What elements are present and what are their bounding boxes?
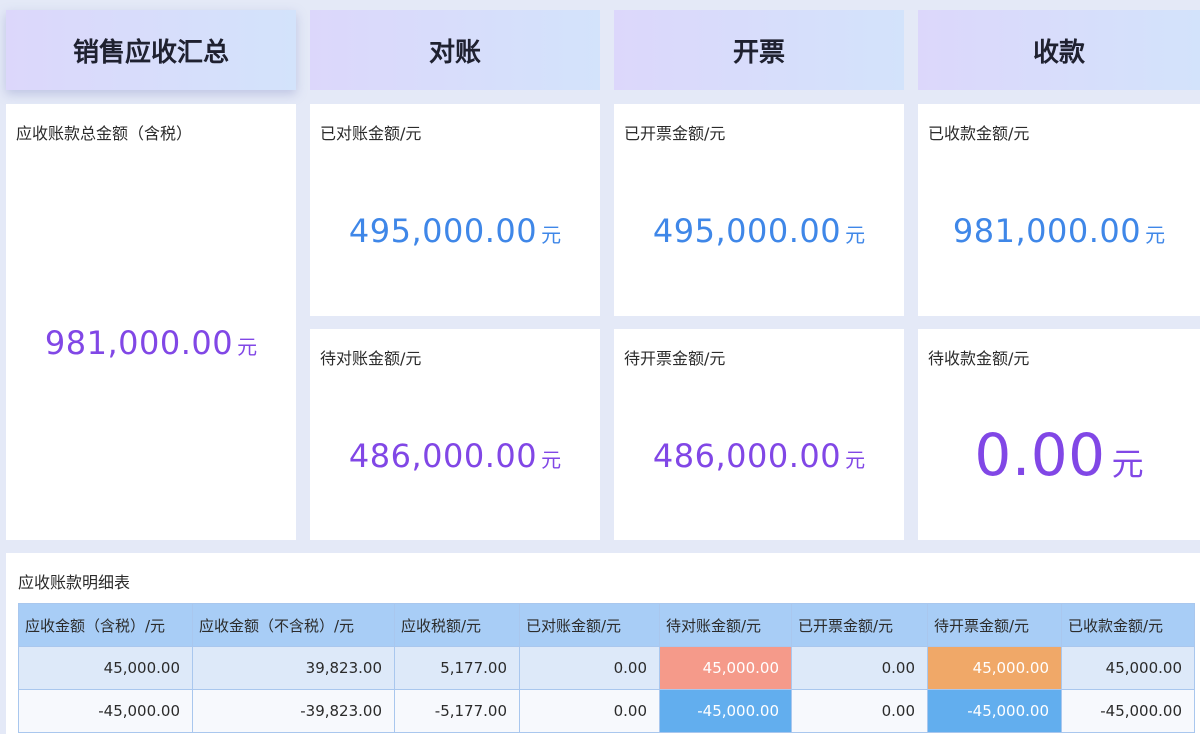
reconciled-amount-label: 已对账金额/元: [320, 124, 422, 143]
pending-collection-card: 待收款金额/元 0.00 元: [918, 329, 1200, 540]
collected-amount-card: 已收款金额/元 981,000.00 元: [918, 104, 1200, 316]
invoiced-amount-label: 已开票金额/元: [624, 124, 726, 143]
reconciled-amount-value: 495,000.00 元: [348, 212, 562, 250]
table-row[interactable]: -45,000.00 -39,823.00 -5,177.00 0.00 -45…: [18, 689, 1195, 733]
header-invoice[interactable]: 开票: [614, 10, 904, 90]
reconciled-amount-card: 已对账金额/元 495,000.00 元: [310, 104, 600, 316]
pending-reconcile-value: 486,000.00 元: [348, 437, 562, 475]
table-cell: 39,823.00: [192, 646, 395, 690]
table-cell: 45,000.00: [18, 646, 193, 690]
total-receivable-value: 981,000.00 元: [44, 324, 258, 362]
collected-amount-label: 已收款金额/元: [928, 124, 1030, 143]
table-cell-highlight: -45,000.00: [927, 689, 1062, 733]
pending-invoice-value: 486,000.00 元: [652, 437, 866, 475]
table-cell: 5,177.00: [394, 646, 520, 690]
collected-amount-value: 981,000.00 元: [952, 212, 1166, 250]
pending-invoice-label: 待开票金额/元: [624, 349, 726, 368]
column-header[interactable]: 已开票金额/元: [791, 603, 928, 647]
table-cell: 45,000.00: [1061, 646, 1195, 690]
table-cell-highlight: 45,000.00: [927, 646, 1062, 690]
column-header[interactable]: 待开票金额/元: [927, 603, 1062, 647]
column-header[interactable]: 已收款金额/元: [1061, 603, 1195, 647]
table-cell: 0.00: [519, 689, 660, 733]
column-header[interactable]: 已对账金额/元: [519, 603, 660, 647]
pending-collection-value: 0.00 元: [974, 421, 1144, 489]
pending-invoice-card: 待开票金额/元 486,000.00 元: [614, 329, 904, 540]
pending-reconcile-label: 待对账金额/元: [320, 349, 422, 368]
table-cell: 0.00: [519, 646, 660, 690]
receivable-detail-panel: 应收账款明细表 应收金额（含税）/元 应收金额（不含税）/元 应收税额/元 已对…: [6, 553, 1200, 734]
header-collection[interactable]: 收款: [918, 10, 1200, 90]
column-header[interactable]: 应收金额（不含税）/元: [192, 603, 395, 647]
table-cell-highlight: -45,000.00: [659, 689, 792, 733]
table-cell: -39,823.00: [192, 689, 395, 733]
table-cell: -5,177.00: [394, 689, 520, 733]
column-header[interactable]: 应收金额（含税）/元: [18, 603, 193, 647]
table-cell: -45,000.00: [18, 689, 193, 733]
invoiced-amount-value: 495,000.00 元: [652, 212, 866, 250]
detail-table-title: 应收账款明细表: [18, 573, 131, 592]
table-cell-highlight: 45,000.00: [659, 646, 792, 690]
invoiced-amount-card: 已开票金额/元 495,000.00 元: [614, 104, 904, 316]
header-reconcile[interactable]: 对账: [310, 10, 600, 90]
pending-reconcile-card: 待对账金额/元 486,000.00 元: [310, 329, 600, 540]
table-header-row: 应收金额（含税）/元 应收金额（不含税）/元 应收税额/元 已对账金额/元 待对…: [18, 603, 1195, 647]
receivable-detail-table: 应收金额（含税）/元 应收金额（不含税）/元 应收税额/元 已对账金额/元 待对…: [18, 603, 1195, 733]
table-row[interactable]: 45,000.00 39,823.00 5,177.00 0.00 45,000…: [18, 646, 1195, 690]
column-header[interactable]: 应收税额/元: [394, 603, 520, 647]
column-header[interactable]: 待对账金额/元: [659, 603, 792, 647]
table-cell: 0.00: [791, 646, 928, 690]
table-cell: 0.00: [791, 689, 928, 733]
total-receivable-card: 应收账款总金额（含税） 981,000.00 元: [6, 104, 296, 540]
header-sales-receivable-summary[interactable]: 销售应收汇总: [6, 10, 296, 90]
table-cell: -45,000.00: [1061, 689, 1195, 733]
total-receivable-label: 应收账款总金额（含税）: [16, 124, 193, 143]
pending-collection-label: 待收款金额/元: [928, 349, 1030, 368]
